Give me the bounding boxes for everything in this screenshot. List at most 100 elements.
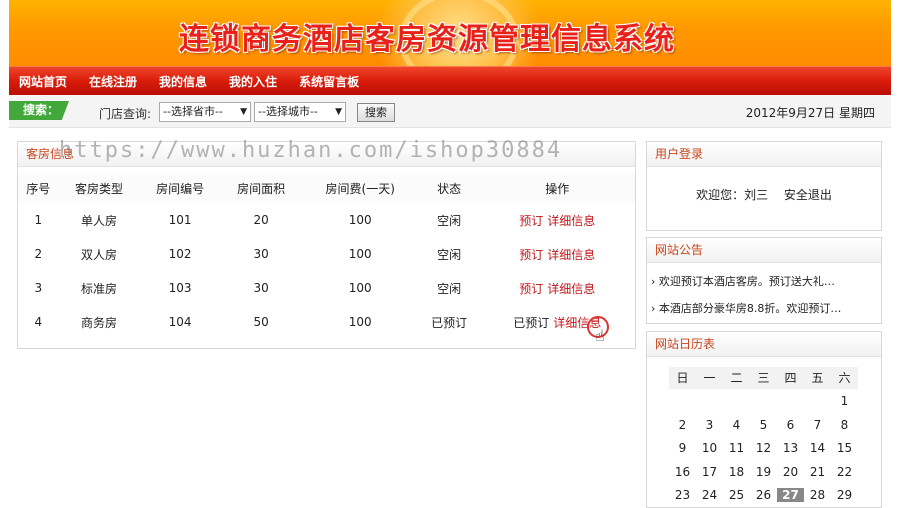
notice-title: 网站公告 xyxy=(647,238,881,263)
cell-no: 1 xyxy=(34,213,43,227)
details-link[interactable]: 详细信息 xyxy=(547,214,595,228)
notice-item-text: 欢迎预订本酒店客房。预订送大礼… xyxy=(658,275,835,288)
cell-room: 102 xyxy=(168,247,192,261)
current-date: 2012年9月27日 星期四 xyxy=(745,106,875,120)
calendar-week-row: 23 24 25 26 27 28 29 xyxy=(669,484,859,508)
logout-link[interactable]: 安全退出 xyxy=(784,188,832,202)
cell-type: 单人房 xyxy=(81,213,118,228)
calendar-day[interactable]: 20 xyxy=(777,465,804,479)
cell-no: 3 xyxy=(34,281,43,295)
calendar-day[interactable]: 26 xyxy=(750,488,777,502)
calendar-day[interactable]: 16 xyxy=(669,465,696,479)
cell-room: 103 xyxy=(168,281,192,295)
cell-actions: 预订 详细信息 xyxy=(480,237,635,271)
calendar-week-row: 2345678 xyxy=(669,413,859,437)
calendar-day[interactable]: 25 xyxy=(723,488,750,502)
calendar-day[interactable]: 18 xyxy=(723,465,750,479)
table-row: 1 单人房 101 20 100 空闲 预订 详细信息 xyxy=(18,203,635,237)
calendar-week-row: 16 17 18 19 20 21 22 xyxy=(669,460,859,484)
hand-pointer-icon: ☝ xyxy=(595,326,605,345)
notice-item[interactable]: › 本酒店部分豪华房8.8折。欢迎预订… xyxy=(651,298,881,325)
details-link[interactable]: 详细信息 xyxy=(547,282,595,296)
calendar-grid: 日 一 二 三 四 五 六 1 2 3 4 5 6 7 8 9 10 11 12 13 14 15 16 17 1… xyxy=(669,366,859,507)
weekday-label: 六 xyxy=(831,366,858,389)
weekday-label: 三 xyxy=(750,366,777,389)
calendar-day[interactable]: 5 xyxy=(750,418,777,432)
province-select[interactable]: --选择省市-- ▼ xyxy=(159,102,251,122)
calendar-day[interactable]: 2 xyxy=(669,418,696,432)
calendar-day[interactable]: 27 xyxy=(777,488,804,503)
details-link[interactable]: 详细信息 xyxy=(547,248,595,262)
store-query-label: 门店查询: xyxy=(99,107,152,121)
col-actions: 操作 xyxy=(479,173,635,203)
nav-item-my-info[interactable]: 我的信息 xyxy=(159,73,207,90)
weekday-label: 一 xyxy=(696,366,723,389)
booked-label: 已预订 xyxy=(513,315,550,330)
calendar-day[interactable]: 7 xyxy=(804,418,831,432)
calendar-week-row: 9 10 11 12 13 14 15 xyxy=(669,437,859,461)
calendar-day[interactable]: 22 xyxy=(831,465,858,479)
calendar-day[interactable]: 14 xyxy=(804,441,831,455)
cell-actions: 预订 详细信息 xyxy=(480,203,635,237)
calendar-day[interactable]: 29 xyxy=(831,488,858,502)
cell-fee: 100 xyxy=(348,213,372,227)
weekday-label: 二 xyxy=(723,366,750,389)
search-tag: 搜索： xyxy=(9,101,69,120)
calendar-day[interactable]: 8 xyxy=(831,418,858,432)
chevron-down-icon: ▼ xyxy=(240,107,247,117)
user-login-panel: 用户登录 欢迎您：刘三 安全退出 xyxy=(646,141,882,231)
calendar-day[interactable]: 19 xyxy=(750,465,777,479)
calendar-day[interactable]: 24 xyxy=(696,488,723,502)
col-fee: 房间费(一天) xyxy=(301,173,419,203)
col-area: 房间面积 xyxy=(220,173,302,203)
welcome-text: 欢迎您：刘三 xyxy=(696,188,769,202)
nav-item-home[interactable]: 网站首页 xyxy=(19,73,67,90)
calendar-day[interactable]: 4 xyxy=(723,418,750,432)
book-link[interactable]: 预订 xyxy=(519,214,543,228)
notice-item-text: 本酒店部分豪华房8.8折。欢迎预订… xyxy=(658,302,842,315)
cell-actions: 已预订 详细信息 xyxy=(480,305,635,339)
calendar-day[interactable]: 23 xyxy=(669,488,696,502)
nav-item-message-board[interactable]: 系统留言板 xyxy=(299,73,359,90)
nav-item-my-stay[interactable]: 我的入住 xyxy=(229,73,277,90)
room-table: 序号 客房类型 房间编号 房间面积 房间费(一天) 状态 操作 1 单人房 10… xyxy=(18,173,635,339)
table-row: 2 双人房 102 30 100 空闲 预订 详细信息 xyxy=(18,237,635,271)
book-link[interactable]: 预订 xyxy=(519,282,543,296)
calendar-day[interactable]: 1 xyxy=(831,394,858,408)
calendar-panel: 网站日历表 日 一 二 三 四 五 六 1 2 3 4 5 6 7 8 9 10 11 12 13 14 1… xyxy=(646,331,882,508)
cell-room: 104 xyxy=(168,315,192,329)
calendar-day[interactable]: 12 xyxy=(750,441,777,455)
table-row: 3 标准房 103 30 100 空闲 预订 详细信息 xyxy=(18,271,635,305)
calendar-day[interactable]: 28 xyxy=(804,488,831,502)
cell-status: 空闲 xyxy=(437,247,462,262)
calendar-day[interactable]: 11 xyxy=(723,441,750,455)
calendar-day[interactable]: 9 xyxy=(669,441,696,455)
calendar-day[interactable]: 21 xyxy=(804,465,831,479)
cell-area: 20 xyxy=(253,213,269,227)
notice-item[interactable]: › 欢迎预订本酒店客房。预订送大礼… xyxy=(651,271,881,298)
weekday-label: 五 xyxy=(804,366,831,389)
nav-item-register[interactable]: 在线注册 xyxy=(89,73,137,90)
cell-fee: 100 xyxy=(348,281,372,295)
calendar-day[interactable]: 15 xyxy=(831,441,858,455)
cell-fee: 100 xyxy=(348,315,372,329)
search-button[interactable]: 搜索 xyxy=(357,103,395,122)
watermark: https://www.huzhan.com/ishop30884 xyxy=(59,138,563,163)
city-select[interactable]: --选择城市-- ▼ xyxy=(254,102,346,122)
cell-status: 已预订 xyxy=(431,315,468,330)
calendar-day[interactable]: 3 xyxy=(696,418,723,432)
cell-room: 101 xyxy=(168,213,192,227)
table-row: 4 商务房 104 50 100 已预订 已预订 详细信息 xyxy=(18,305,635,339)
calendar-weekday-row: 日 一 二 三 四 五 六 xyxy=(669,366,859,390)
book-link[interactable]: 预订 xyxy=(519,248,543,262)
calendar-day[interactable]: 17 xyxy=(696,465,723,479)
cell-status: 空闲 xyxy=(437,213,462,228)
calendar-day[interactable]: 13 xyxy=(777,441,804,455)
weekday-label: 四 xyxy=(777,366,804,389)
cell-actions: 预订 详细信息 xyxy=(480,271,635,305)
calendar-day[interactable]: 6 xyxy=(777,418,804,432)
cell-type: 商务房 xyxy=(81,315,118,330)
table-header-row: 序号 客房类型 房间编号 房间面积 房间费(一天) 状态 操作 xyxy=(18,173,635,203)
calendar-day[interactable]: 10 xyxy=(696,441,723,455)
weekday-label: 日 xyxy=(669,366,696,389)
